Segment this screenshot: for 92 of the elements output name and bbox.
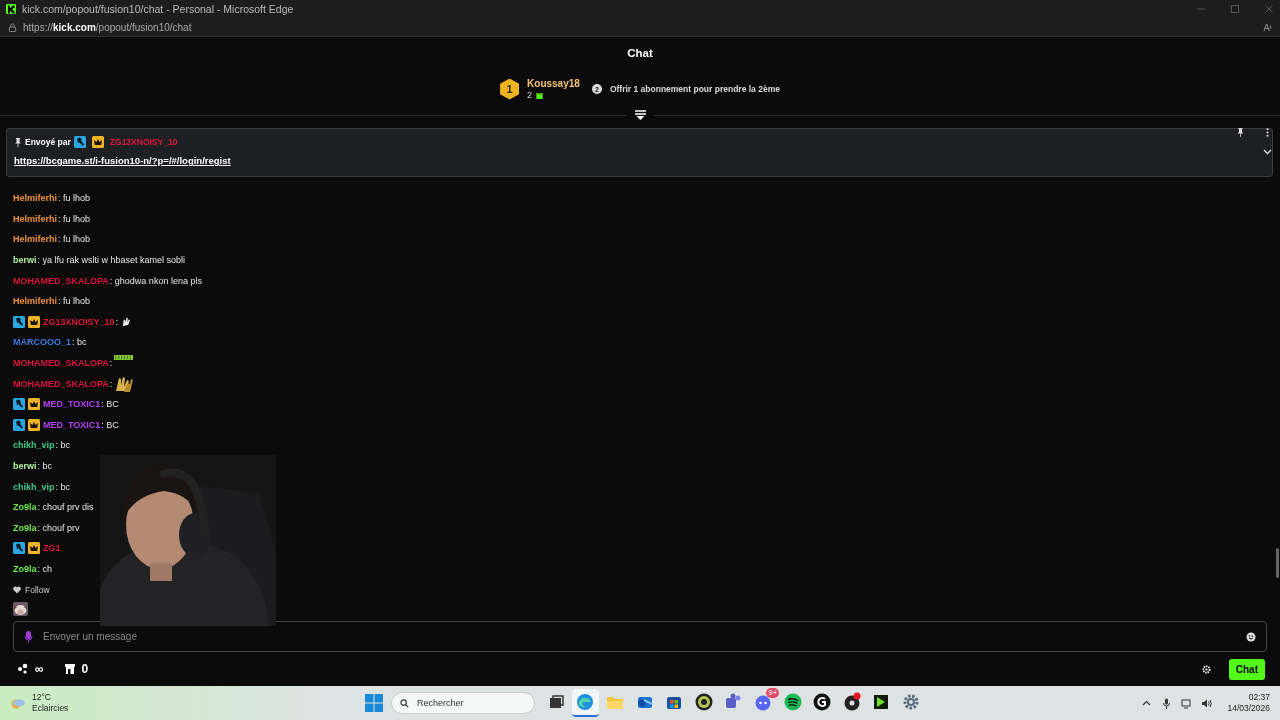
points-count: ∞ — [35, 662, 44, 676]
pin-icon — [14, 137, 22, 147]
username[interactable]: Helmiferhi — [13, 193, 57, 204]
app-logo-icon — [6, 4, 16, 14]
message-text: : fu lhob — [58, 296, 91, 307]
crown-badge-icon — [91, 136, 104, 148]
message-text: : ghodwa nkon lena pls — [109, 275, 202, 286]
username[interactable]: Helmiferhi — [13, 234, 57, 245]
clock[interactable]: 02:37 14/03/2026 — [1227, 691, 1270, 715]
store-icon[interactable] — [63, 663, 76, 675]
pinned-label: Envoyé par — [25, 137, 71, 147]
username[interactable]: MED_TOXIC1 — [43, 399, 101, 410]
follow-label[interactable]: Follow — [25, 585, 50, 596]
read-aloud-icon[interactable] — [1263, 22, 1272, 32]
music-icon — [782, 692, 803, 712]
username[interactable]: chikh_vip — [13, 440, 55, 451]
browser-icon — [575, 692, 596, 712]
username[interactable]: Zo9la — [13, 564, 37, 574]
gift-offer-text[interactable]: Offrir 1 abonnement pour prendre la 2ème — [609, 84, 780, 94]
emoji-icon[interactable] — [1246, 631, 1256, 642]
crown-badge-icon — [28, 542, 40, 555]
message-text: : ya lfu rak wslti w hbaset kamel sobli — [37, 255, 186, 266]
message-text: : BC — [101, 419, 119, 430]
gift-icon — [536, 91, 544, 99]
username[interactable]: Zo9la — [13, 522, 37, 533]
heart-icon — [13, 586, 21, 595]
hammer-badge-icon — [13, 418, 25, 431]
points-icon[interactable] — [17, 663, 29, 675]
chat-title: Chat — [626, 45, 654, 61]
crown-badge-icon — [28, 315, 40, 328]
chevron-down-icon[interactable] — [1263, 147, 1272, 156]
start-button[interactable] — [365, 694, 383, 712]
notification-count: 9+ — [766, 688, 780, 698]
username[interactable]: MARCOOO_1 — [13, 337, 71, 348]
search-icon — [400, 698, 409, 708]
message-text: : bc — [72, 337, 87, 348]
store-count: 0 — [81, 662, 89, 676]
chat-button[interactable]: Chat — [1228, 658, 1265, 680]
message-text: : — [109, 378, 113, 389]
username[interactable]: berwi — [13, 461, 37, 471]
username[interactable]: ZG13XNOISY_10 — [43, 316, 115, 327]
hammer-badge-icon — [13, 542, 25, 555]
message-text: : bc — [37, 461, 53, 471]
username[interactable]: MOHAMED_SKALOPA — [13, 275, 109, 286]
search-field[interactable]: Rechercher — [391, 692, 535, 714]
message-field[interactable]: Envoyer un message — [43, 631, 1236, 642]
scrollbar-thumb[interactable] — [1276, 548, 1279, 578]
crown-badge-icon — [28, 398, 40, 411]
bar-emote-icon — [114, 354, 134, 360]
letter-icon — [812, 692, 833, 712]
message-text: : fu lhob — [58, 234, 91, 245]
message-text: : chouf prv — [37, 522, 80, 533]
username[interactable]: Helmiferhi — [13, 213, 57, 224]
disc-icon — [693, 692, 714, 712]
filter-icon[interactable] — [634, 110, 646, 120]
hammer-badge-icon — [13, 398, 25, 411]
message-text: : fu lhob — [58, 213, 91, 224]
username[interactable]: Zo9la — [13, 502, 37, 513]
gift-count: 2 — [527, 90, 533, 100]
pinned-link[interactable]: https://bcgame.st/i-fusion10-n/?p=/#/login/regist — [14, 155, 1265, 166]
message-text: : bc — [55, 481, 71, 492]
lock-icon[interactable] — [8, 22, 17, 32]
message-box[interactable]: Envoyer un message — [13, 621, 1267, 652]
hands-emote-icon — [114, 374, 135, 393]
message-text: : chouf prv dis — [37, 502, 94, 513]
hammer-badge-icon — [73, 136, 86, 148]
hammer-badge-icon — [13, 315, 25, 328]
weather-condition: Eclaircies — [32, 703, 69, 714]
taskbar-app-button[interactable]: 9+ — [749, 689, 777, 717]
message-text: : bc — [55, 440, 71, 451]
message-text: : — [109, 358, 113, 369]
window-title: kick.com/popout/fusion10/chat - Personal - Microsoft Edge — [22, 3, 295, 15]
message-text: : BC — [101, 399, 119, 410]
username[interactable]: ZG1 — [43, 543, 61, 554]
username[interactable]: berwi — [13, 255, 37, 266]
message-text: : fu lhob — [58, 193, 91, 204]
temperature: 12°C — [32, 692, 52, 703]
crown-badge-icon — [28, 418, 40, 431]
pin-icon[interactable] — [1236, 128, 1245, 137]
username[interactable]: MOHAMED_SKALOPA — [13, 358, 109, 369]
speaker-icon[interactable] — [1201, 697, 1213, 709]
rank-badge: 1 — [500, 78, 520, 100]
username[interactable]: chikh_vip — [13, 481, 55, 492]
microphone-icon[interactable] — [1161, 697, 1173, 709]
leader-username[interactable]: Koussay18 — [527, 78, 580, 89]
username[interactable]: MOHAMED_SKALOPA — [13, 378, 109, 389]
network-icon[interactable] — [1181, 697, 1193, 709]
settings-icon[interactable] — [1201, 664, 1211, 674]
username[interactable]: Helmiferhi — [13, 296, 57, 307]
message-text: : — [115, 316, 119, 327]
message-text: : ch — [37, 564, 53, 574]
username[interactable]: MED_TOXIC1 — [43, 419, 101, 430]
